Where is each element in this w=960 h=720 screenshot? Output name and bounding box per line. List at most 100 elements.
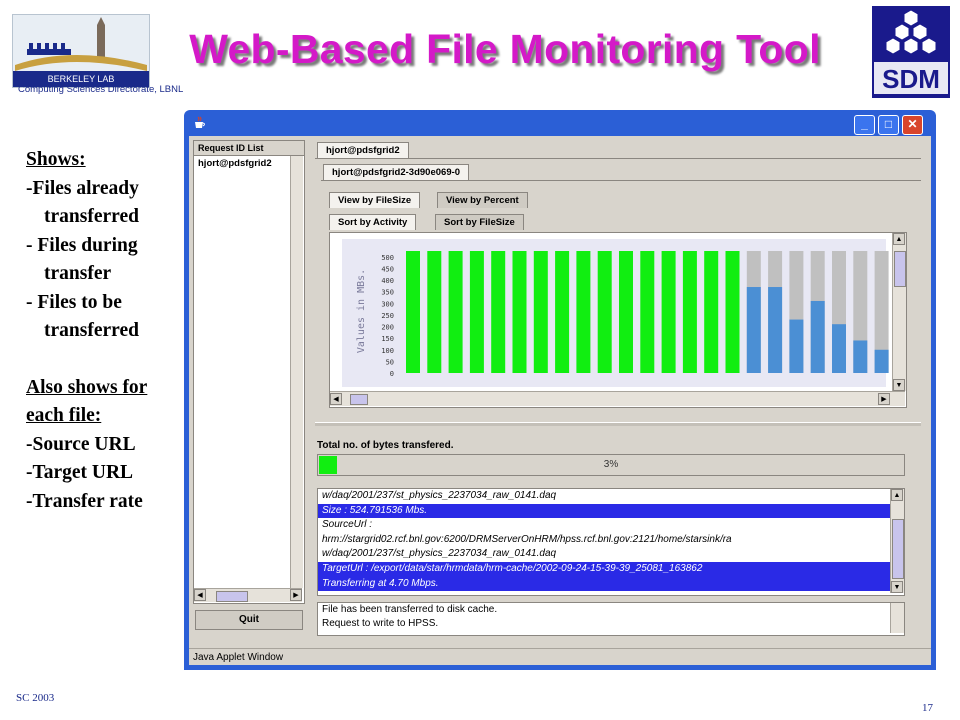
chart-bar-in-progress <box>832 324 846 373</box>
scroll-left-button[interactable]: ◀ <box>330 393 342 405</box>
file-size-chart: Values in MBs.50045040035030025020015010… <box>342 239 889 387</box>
chart-bar-transferred <box>597 251 612 373</box>
close-button[interactable]: ✕ <box>902 115 923 135</box>
chart-scroll-thumb[interactable] <box>894 251 906 287</box>
chart-bar-transferred <box>725 251 740 373</box>
chart-frame: Values in MBs. 500 450 400 350 300 250 200 150 10… <box>329 232 907 408</box>
y-tick-label: 400 <box>381 277 394 285</box>
bullet-item: - Files during <box>26 234 138 256</box>
tab-view-by-percent[interactable]: View by Percent <box>437 192 528 208</box>
scroll-up-button[interactable]: ▲ <box>891 489 903 501</box>
message-line: Request to write to HPSS. <box>322 618 439 629</box>
tab-sort-by-activity[interactable]: Sort by Activity <box>329 214 417 230</box>
chart-bar-transferred <box>576 251 591 373</box>
transfer-progress-bar: 3% <box>317 454 905 476</box>
scroll-right-button[interactable]: ▶ <box>878 393 890 405</box>
y-tick-label: 500 <box>381 254 394 262</box>
request-list-item[interactable]: hjort@pdsfgrid2 <box>194 156 304 171</box>
log-line: hrm://stargrid02.rcf.bnl.gov:6200/DRMSer… <box>322 533 732 545</box>
chart-bar-transferred <box>512 251 527 373</box>
file-details-log[interactable]: w/daq/2001/237/st_physics_2237034_raw_01… <box>317 488 905 596</box>
chart-bar-transferred <box>491 251 506 373</box>
svg-text:BERKELEY LAB: BERKELEY LAB <box>48 74 115 84</box>
status-messages[interactable]: File has been transferred to disk cache.… <box>317 602 905 636</box>
quit-button[interactable]: Quit <box>195 610 303 630</box>
chart-bar-in-progress <box>768 287 783 373</box>
list-scroll-thumb[interactable] <box>216 591 248 602</box>
shows-heading: Shows: <box>26 149 86 170</box>
tab-request[interactable]: hjort@pdsfgrid2-3d90e069-0 <box>323 164 470 180</box>
scroll-down-button[interactable]: ▼ <box>891 581 903 593</box>
chart-bar-transferred <box>619 251 633 373</box>
sdm-logo: SDM <box>872 6 950 98</box>
bullet-item: transferred <box>44 320 139 341</box>
scroll-right-button[interactable]: ▶ <box>290 589 302 601</box>
bullet-list: Shows: -Files already transferred - File… <box>26 146 181 516</box>
minimize-button[interactable]: _ <box>854 115 875 135</box>
chart-bar-transferred <box>448 251 463 373</box>
bullet-item: - Files to be <box>26 291 122 313</box>
detail-item: -Transfer rate <box>26 490 143 512</box>
chart-bar-transferred <box>406 251 420 373</box>
logo-caption: Computing Sciences Directorate, LBNL <box>18 84 184 95</box>
slide-title: Web-Based File Monitoring Tool <box>189 26 821 72</box>
bullet-item: transfer <box>44 263 112 284</box>
page-number: 17 <box>922 702 933 714</box>
tab-sort-by-filesize[interactable]: Sort by FileSize <box>435 214 524 230</box>
request-panel: Request ID List hjort@pdsfgrid2 ◀ ▶ Quit <box>193 140 305 634</box>
y-axis-label: Values in MBs. <box>356 269 367 353</box>
chart-plot-area <box>342 239 886 387</box>
chart-bar-in-progress <box>746 287 761 373</box>
applet-status-bar: Java Applet Window <box>189 648 931 665</box>
bullet-item: -Files already <box>26 177 139 199</box>
berkeley-lab-logo: BERKELEY LAB <box>12 14 150 88</box>
chart-bar-in-progress <box>810 300 825 373</box>
list-vertical-scrollbar[interactable] <box>290 156 303 588</box>
progress-percent-text: 3% <box>603 459 619 470</box>
y-tick-label: 50 <box>386 358 394 366</box>
svg-text:SDM: SDM <box>882 64 940 94</box>
footer-conference: SC 2003 <box>16 692 55 704</box>
tab-user[interactable]: hjort@pdsfgrid2 <box>317 142 409 158</box>
y-tick-label: 250 <box>381 312 394 320</box>
chart-bar-in-progress <box>874 349 889 373</box>
chart-bar-transferred <box>427 251 442 373</box>
log-line: TargetUrl : /export/data/star/hrmdata/hr… <box>318 561 890 577</box>
chart-horizontal-scrollbar[interactable]: ◀ ▶ <box>330 391 905 406</box>
maximize-button[interactable]: □ <box>878 115 899 135</box>
messages-vertical-scrollbar[interactable] <box>890 603 904 633</box>
window-body: Request ID List hjort@pdsfgrid2 ◀ ▶ Quit… <box>189 136 931 665</box>
message-line: File has been transferred to disk cache. <box>322 604 498 615</box>
scroll-down-button[interactable]: ▼ <box>893 379 905 391</box>
log-line: Transferring at 4.70 Mbps. <box>318 576 890 592</box>
request-detail-panel: hjort@pdsfgrid2 hjort@pdsfgrid2-3d90e069… <box>315 140 925 636</box>
y-tick-label: 100 <box>381 347 394 355</box>
chart-bar-transferred <box>704 251 719 373</box>
list-horizontal-scrollbar[interactable]: ◀ ▶ <box>194 588 302 602</box>
chart-bar-transferred <box>682 251 697 373</box>
log-line: Size : 524.791536 Mbs. <box>318 503 890 519</box>
y-tick-label: 0 <box>390 370 394 378</box>
chart-hscroll-thumb[interactable] <box>350 394 368 405</box>
chart-bar-in-progress <box>853 340 868 373</box>
tab-view-by-filesize[interactable]: View by FileSize <box>329 192 421 208</box>
y-tick-label: 200 <box>381 324 394 332</box>
y-tick-label: 150 <box>381 335 394 343</box>
request-id-list[interactable]: Request ID List hjort@pdsfgrid2 ◀ ▶ <box>193 140 305 604</box>
applet-window: _ □ ✕ Request ID List hjort@pdsfgrid2 ◀ … <box>184 110 936 670</box>
chart-vertical-scrollbar[interactable]: ▲ ▼ <box>892 233 906 391</box>
close-icon: ✕ <box>907 117 918 131</box>
request-list-header: Request ID List <box>194 141 304 156</box>
log-line: w/daq/2001/237/st_physics_2237034_raw_01… <box>322 548 557 560</box>
chart-bar-transferred <box>533 251 548 373</box>
java-cup-icon[interactable] <box>192 115 208 131</box>
minimize-icon: _ <box>861 117 868 131</box>
log-scroll-thumb[interactable] <box>892 519 904 579</box>
chart-bar-in-progress <box>789 319 804 373</box>
scroll-up-button[interactable]: ▲ <box>893 233 905 245</box>
detail-item: -Source URL <box>26 433 136 455</box>
maximize-icon: □ <box>884 117 893 131</box>
total-bytes-label: Total no. of bytes transfered. <box>317 440 454 451</box>
log-vertical-scrollbar[interactable]: ▲ ▼ <box>890 489 904 593</box>
scroll-left-button[interactable]: ◀ <box>194 589 206 601</box>
